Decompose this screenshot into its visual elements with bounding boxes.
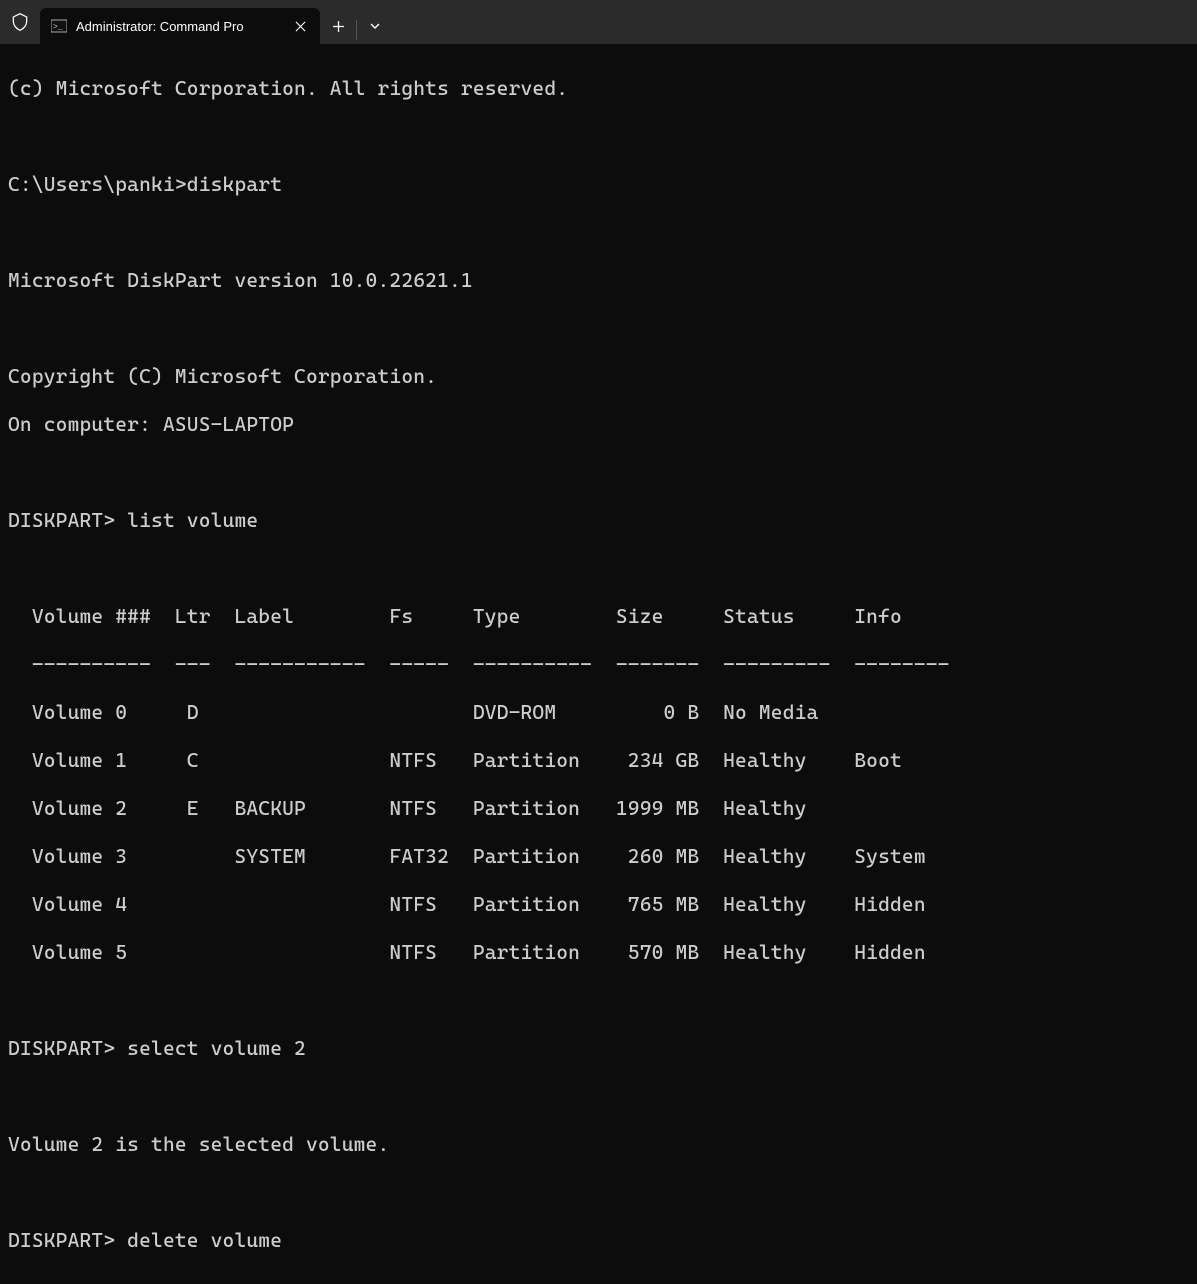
tab-close-button[interactable] — [290, 16, 310, 36]
output-blank — [8, 1084, 1189, 1108]
output-line: Volume 2 is the selected volume. — [8, 1132, 1189, 1156]
prompt-line: DISKPART> delete volume — [8, 1228, 1189, 1252]
table-header: Volume ### Ltr Label Fs Type Size Status… — [8, 604, 1189, 628]
table-row: Volume 3 SYSTEM FAT32 Partition 260 MB H… — [8, 844, 1189, 868]
output-line: (c) Microsoft Corporation. All rights re… — [8, 76, 1189, 100]
table-row: Volume 5 NTFS Partition 570 MB Healthy H… — [8, 940, 1189, 964]
table-row: Volume 2 E BACKUP NTFS Partition 1999 MB… — [8, 796, 1189, 820]
svg-text:>_: >_ — [53, 23, 63, 32]
output-blank — [8, 220, 1189, 244]
new-tab-button[interactable] — [320, 8, 356, 44]
output-blank — [8, 556, 1189, 580]
output-blank — [8, 988, 1189, 1012]
prompt-line: C:\Users\panki>diskpart — [8, 172, 1189, 196]
table-row: Volume 0 D DVD-ROM 0 B No Media — [8, 700, 1189, 724]
terminal-output[interactable]: (c) Microsoft Corporation. All rights re… — [0, 44, 1197, 1284]
cmd-icon: >_ — [50, 17, 68, 35]
tab-title: Administrator: Command Pro — [76, 19, 282, 34]
tab-dropdown-button[interactable] — [357, 8, 393, 44]
output-line: Copyright (C) Microsoft Corporation. — [8, 364, 1189, 388]
table-row: Volume 1 C NTFS Partition 234 GB Healthy… — [8, 748, 1189, 772]
output-blank — [8, 124, 1189, 148]
titlebar: >_ Administrator: Command Pro — [0, 0, 1197, 44]
output-line: On computer: ASUS-LAPTOP — [8, 412, 1189, 436]
app-shield-icon — [4, 6, 36, 38]
prompt-line: DISKPART> list volume — [8, 508, 1189, 532]
output-blank — [8, 1180, 1189, 1204]
output-blank — [8, 316, 1189, 340]
output-line: Microsoft DiskPart version 10.0.22621.1 — [8, 268, 1189, 292]
tab-active[interactable]: >_ Administrator: Command Pro — [40, 8, 320, 44]
table-divider: ---------- --- ----------- ----- -------… — [8, 652, 1189, 676]
table-row: Volume 4 NTFS Partition 765 MB Healthy H… — [8, 892, 1189, 916]
output-blank — [8, 460, 1189, 484]
prompt-line: DISKPART> select volume 2 — [8, 1036, 1189, 1060]
